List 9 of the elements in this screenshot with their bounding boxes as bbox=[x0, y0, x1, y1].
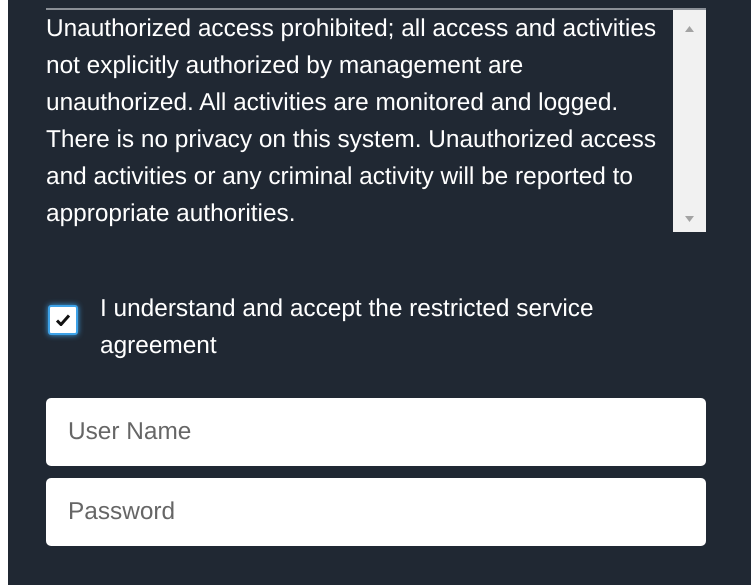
check-icon bbox=[56, 314, 70, 326]
scroll-down-icon[interactable] bbox=[685, 216, 694, 222]
scrollbar[interactable] bbox=[673, 10, 706, 232]
password-field[interactable]: Password bbox=[46, 478, 706, 546]
agreement-checkbox[interactable] bbox=[48, 305, 78, 335]
scroll-up-icon[interactable] bbox=[685, 26, 694, 32]
username-field[interactable]: User Name bbox=[46, 398, 706, 466]
agreement-label: I understand and accept the restricted service agreement bbox=[100, 294, 595, 361]
notice-text: Unauthorized access prohibited; all access and activities not explicitly authorized by management are unauthorized. All activities are monitored and logged. There is no privacy on this system. Unauthorized access and activities or any criminal activity will be reported to appropriate authorities. bbox=[46, 14, 658, 229]
